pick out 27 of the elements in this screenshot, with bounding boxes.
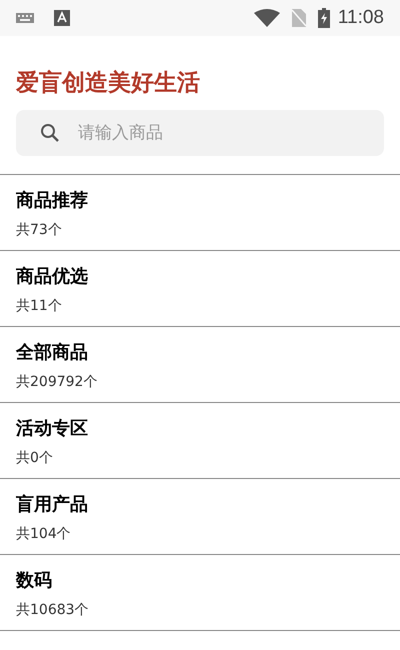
font-icon xyxy=(54,10,70,26)
category-count: 共104个 xyxy=(16,525,71,544)
category-name: 全部商品 xyxy=(16,341,88,365)
category-item[interactable]: 盲用产品 共104个 xyxy=(0,479,400,555)
category-name: 商品优选 xyxy=(16,265,88,289)
category-name: 盲用产品 xyxy=(16,493,88,517)
category-item[interactable]: 数码 共10683个 xyxy=(0,555,400,631)
category-count: 共73个 xyxy=(16,221,62,240)
category-name: 活动专区 xyxy=(16,417,88,441)
status-time: 11:08 xyxy=(338,6,384,30)
category-name: 数码 xyxy=(16,569,52,593)
category-item[interactable]: 全部商品 共209792个 xyxy=(0,327,400,403)
no-sim-icon xyxy=(292,9,306,27)
search-icon xyxy=(40,123,60,143)
category-count: 共209792个 xyxy=(16,373,98,392)
category-count: 共11个 xyxy=(16,297,62,316)
category-count: 共0个 xyxy=(16,449,53,468)
category-item[interactable]: 活动专区 共0个 xyxy=(0,403,400,479)
category-item[interactable]: 商品推荐 共73个 xyxy=(0,175,400,251)
battery-charging-icon xyxy=(318,8,330,28)
category-item[interactable]: 商品优选 共11个 xyxy=(0,251,400,327)
app-title: 爱盲创造美好生活 xyxy=(16,68,201,98)
category-name: 商品推荐 xyxy=(16,189,88,213)
keyboard-icon xyxy=(16,13,34,23)
category-count: 共10683个 xyxy=(16,601,89,620)
search-field[interactable]: 请输入商品 xyxy=(16,110,384,156)
wifi-icon xyxy=(254,9,280,27)
